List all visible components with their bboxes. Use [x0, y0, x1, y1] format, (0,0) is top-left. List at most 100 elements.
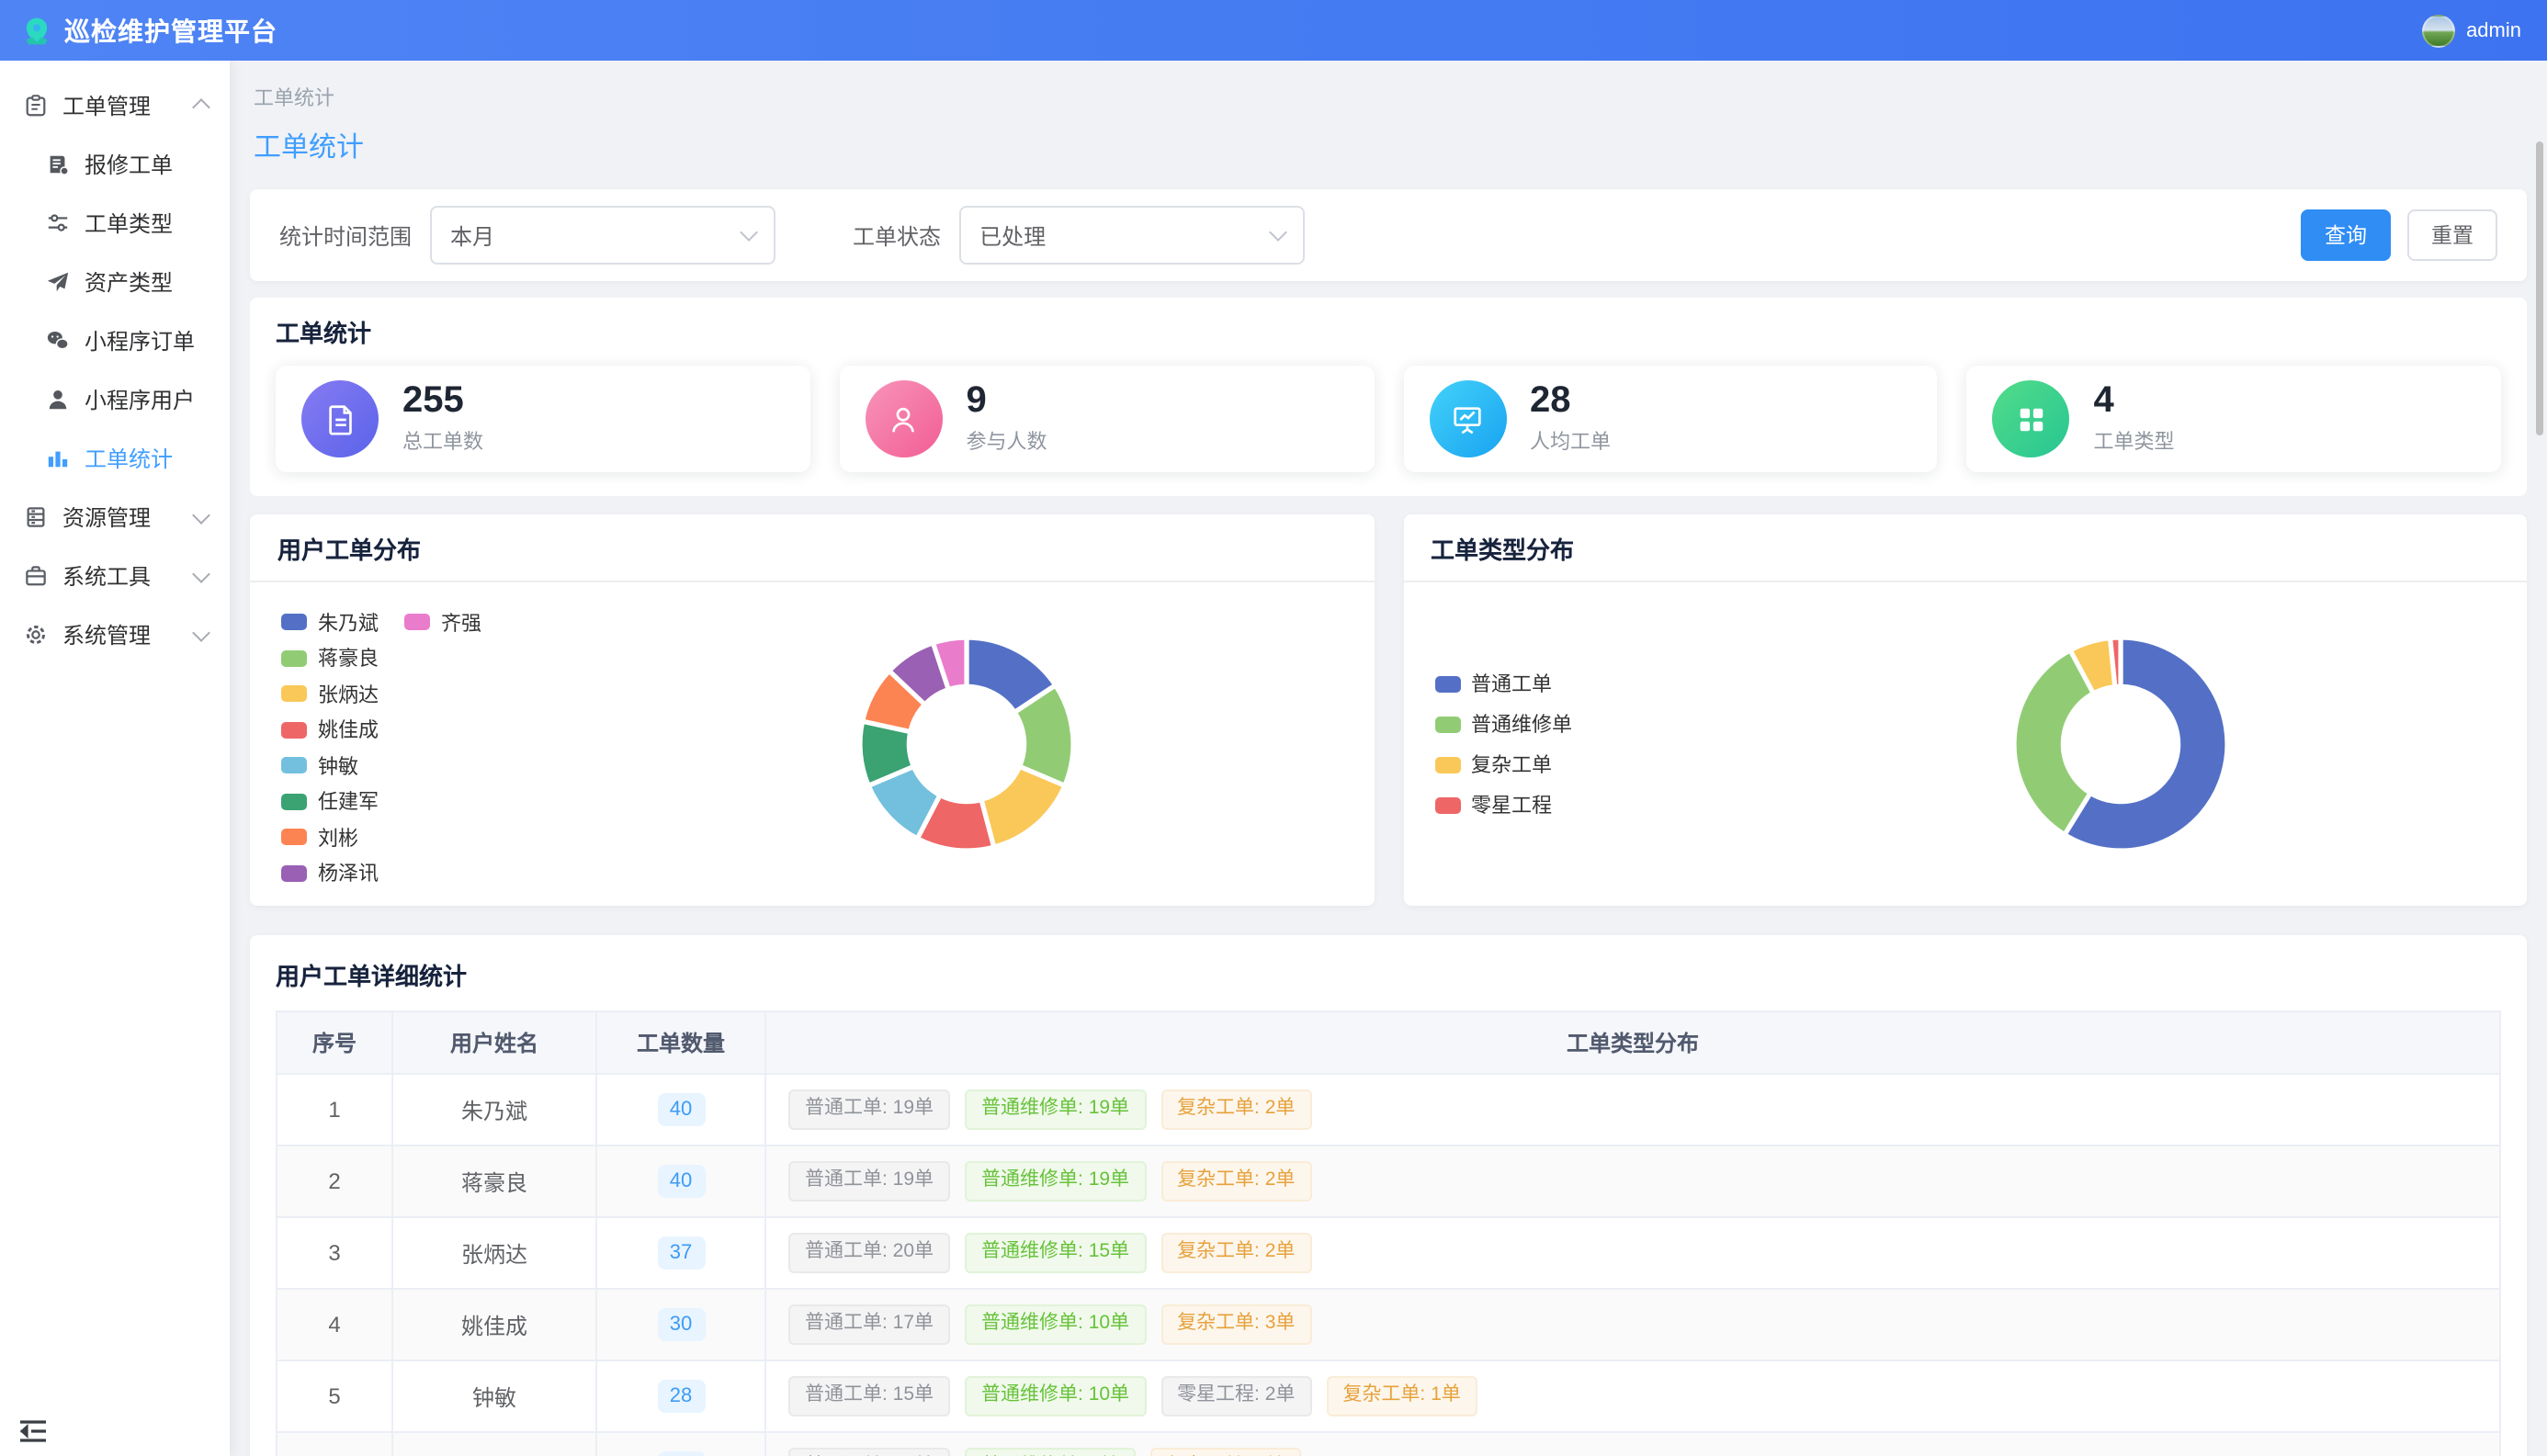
legend-item[interactable]: 零星工程 — [1434, 784, 1572, 825]
table-title: 用户工单详细统计 — [276, 957, 2501, 992]
legend-item[interactable]: 普通工单 — [1434, 663, 1572, 704]
chart-legend: 普通工单普通维修单复杂工单零星工程 — [1434, 663, 1572, 825]
sidebar-item-asset-types[interactable]: 资产类型 — [0, 252, 230, 310]
query-button[interactable]: 查询 — [2301, 209, 2391, 261]
order-count-badge: 40 — [657, 1093, 705, 1126]
order-type-tag: 复杂工单: 3单 — [1160, 1304, 1311, 1345]
order-count-badge: 30 — [657, 1308, 705, 1341]
order-status-select[interactable]: 已处理 — [959, 206, 1305, 265]
legend-label: 钟敏 — [318, 751, 358, 781]
column-header-index: 序号 — [277, 1012, 393, 1073]
legend-item[interactable]: 刘彬 — [281, 819, 379, 855]
order-type-tag: 普通工单: 19单 — [788, 1089, 950, 1130]
sidebar-group-work-order-management[interactable]: 工单管理 — [0, 75, 230, 134]
legend-label: 普通工单 — [1471, 669, 1552, 698]
order-type-tag: 普通维修单: 19单 — [965, 1161, 1146, 1202]
table-row[interactable]: 4 姚佳成 30 普通工单: 17单 普通维修单: 10单 复杂工单: 3单 — [277, 1290, 2499, 1361]
filter-bar: 统计时间范围 本月 工单状态 已处理 查询 重置 — [250, 189, 2527, 281]
order-status-label: 工单状态 — [853, 220, 941, 251]
legend-item[interactable]: 姚佳成 — [281, 712, 379, 748]
legend-swatch — [1434, 716, 1460, 732]
stat-value: 4 — [2094, 382, 2175, 421]
gear-icon — [24, 622, 48, 646]
username-label[interactable]: admin — [2466, 19, 2521, 41]
user-name: 蒋豪良 — [393, 1146, 597, 1216]
column-header-count: 工单数量 — [597, 1012, 766, 1073]
legend-swatch — [1434, 675, 1460, 692]
stat-value: 28 — [1530, 382, 1611, 421]
breadcrumb: 工单统计 — [254, 83, 2527, 112]
legend-label: 张炳达 — [318, 680, 379, 709]
stat-card-order-types: 4 工单类型 — [1967, 366, 2502, 472]
sidebar-item-label: 小程序用户 — [85, 383, 195, 414]
table-row[interactable]: 1 朱乃斌 40 普通工单: 19单 普通维修单: 19单 复杂工单: 2单 — [277, 1075, 2499, 1146]
legend-swatch — [281, 758, 307, 774]
row-index: 1 — [277, 1075, 393, 1145]
user-distribution-donut-chart — [810, 588, 1123, 900]
row-index: 3 — [277, 1218, 393, 1288]
sidebar-item-miniprogram-orders[interactable]: 小程序订单 — [0, 310, 230, 369]
chart-title: 工单类型分布 — [1403, 514, 2527, 582]
chevron-down-icon — [192, 505, 210, 524]
sidebar-group-system-tools[interactable]: 系统工具 — [0, 546, 230, 604]
stat-label: 参与人数 — [967, 426, 1047, 456]
database-icon — [24, 504, 48, 528]
sidebar-item-label: 资产类型 — [85, 265, 173, 297]
order-type-donut-chart — [1964, 588, 2276, 900]
stat-label: 总工单数 — [402, 426, 483, 456]
legend-item[interactable]: 蒋豪良 — [281, 640, 379, 676]
sidebar-item-order-statistics[interactable]: 工单统计 — [0, 428, 230, 487]
legend-swatch — [1434, 756, 1460, 773]
sidebar-group-resource-management[interactable]: 资源管理 — [0, 487, 230, 546]
sidebar-item-label: 工单类型 — [85, 207, 173, 238]
sidebar-item-order-types[interactable]: 工单类型 — [0, 193, 230, 252]
order-type-tag: 复杂工单: 2单 — [1160, 1161, 1311, 1202]
legend-swatch — [281, 615, 307, 631]
chart-title: 用户工单分布 — [250, 514, 1374, 582]
table-row[interactable]: 6 任建军 25 普通工单: 16单 普通维修单: 7单 复杂工单: 2单 — [277, 1433, 2499, 1456]
sidebar-item-repair-orders[interactable]: 报修工单 — [0, 134, 230, 193]
table-row[interactable]: 2 蒋豪良 40 普通工单: 19单 普通维修单: 19单 复杂工单: 2单 — [277, 1146, 2499, 1218]
legend-item[interactable]: 杨泽讯 — [281, 855, 379, 891]
user-order-detail-section: 用户工单详细统计 序号 用户姓名 工单数量 工单类型分布 1 朱乃斌 40 普通… — [250, 935, 2527, 1456]
user-order-table: 序号 用户姓名 工单数量 工单类型分布 1 朱乃斌 40 普通工单: 19单 普… — [276, 1010, 2501, 1456]
legend-item[interactable]: 复杂工单 — [1434, 744, 1572, 784]
column-header-type-distribution: 工单类型分布 — [766, 1012, 2499, 1073]
order-type-tag: 普通工单: 20单 — [788, 1233, 950, 1273]
legend-swatch — [281, 722, 307, 739]
order-count-badge: 40 — [657, 1165, 705, 1198]
chevron-up-icon — [192, 98, 210, 117]
chart-board-icon — [1429, 380, 1506, 457]
time-range-select[interactable]: 本月 — [430, 206, 775, 265]
table-row[interactable]: 3 张炳达 37 普通工单: 20单 普通维修单: 15单 复杂工单: 2单 — [277, 1218, 2499, 1290]
legend-item[interactable]: 齐强 — [404, 604, 481, 640]
vertical-scrollbar-thumb[interactable] — [2536, 141, 2543, 435]
sidebar-group-label: 系统管理 — [62, 618, 151, 649]
sidebar-group-system-management[interactable]: 系统管理 — [0, 604, 230, 663]
pie-slice[interactable] — [981, 766, 1065, 847]
legend-item[interactable]: 钟敏 — [281, 748, 379, 784]
sidebar-item-miniprogram-users[interactable]: 小程序用户 — [0, 369, 230, 428]
top-header: 巡检维护管理平台 admin — [0, 0, 2547, 61]
pie-slice[interactable] — [2013, 650, 2092, 835]
table-row[interactable]: 5 钟敏 28 普通工单: 15单 普通维修单: 10单 零星工程: 2单 复杂… — [277, 1361, 2499, 1433]
user-avatar[interactable] — [2422, 14, 2455, 47]
collapse-sidebar-icon[interactable] — [18, 1418, 48, 1444]
order-type-tag: 普通工单: 19单 — [788, 1161, 950, 1202]
reset-button[interactable]: 重置 — [2407, 209, 2497, 261]
app-title: 巡检维护管理平台 — [64, 12, 277, 49]
chart-legend: 朱乃斌蒋豪良张炳达姚佳成钟敏任建军刘彬杨泽讯 齐强 — [281, 604, 481, 891]
user-name: 朱乃斌 — [393, 1075, 597, 1145]
legend-item[interactable]: 任建军 — [281, 784, 379, 819]
page-title: 工单统计 — [254, 127, 2527, 165]
legend-label: 普通维修单 — [1471, 709, 1572, 739]
legend-swatch — [404, 615, 430, 631]
stat-card-total-orders: 255 总工单数 — [276, 366, 810, 472]
legend-label: 刘彬 — [318, 823, 358, 852]
order-status-value: 已处理 — [979, 220, 1046, 251]
legend-item[interactable]: 普通维修单 — [1434, 704, 1572, 744]
legend-item[interactable]: 张炳达 — [281, 676, 379, 712]
order-type-tag: 普通维修单: 7单 — [965, 1448, 1135, 1456]
legend-item[interactable]: 朱乃斌 — [281, 604, 379, 640]
repair-order-icon — [46, 152, 70, 175]
